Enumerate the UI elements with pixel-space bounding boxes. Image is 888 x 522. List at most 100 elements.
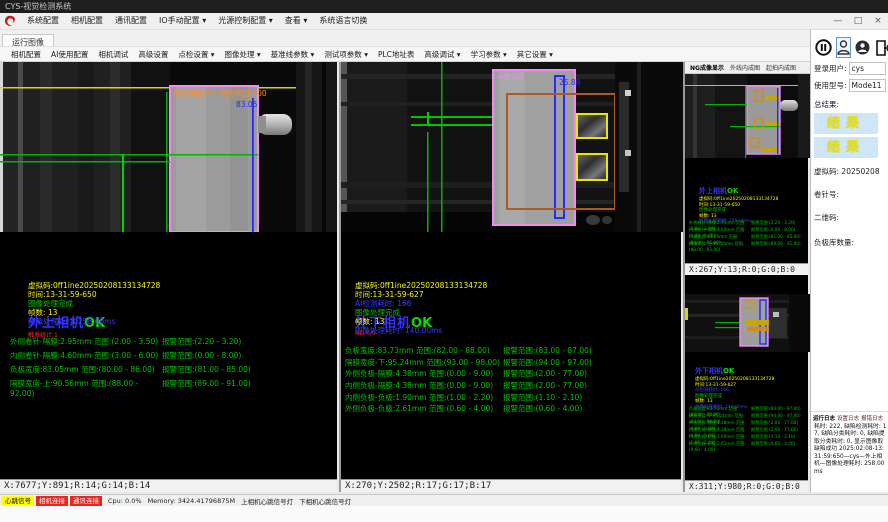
lower-process-done: 图像处理完成 xyxy=(355,308,695,317)
tab-ng-display[interactable]: NG成像显示 xyxy=(687,63,727,72)
exit-door-icon xyxy=(875,40,888,56)
virtual-code-label: 虚拟码: xyxy=(814,167,839,176)
login-user-button[interactable] xyxy=(836,37,851,58)
log-text: 耗时: 222, 缺陷检测耗时: 17, 缺陷分类耗时: 0, 缺陷提取分类耗时… xyxy=(811,423,888,479)
ai-measure-label: 25.88 xyxy=(559,78,581,87)
toolbar-learning-params[interactable]: 学习参数 ▾ xyxy=(466,48,512,61)
history-upper-measurements: 外侧卷针-隔膜:2.95mm 范围:(2.00 - 3.50)报警范围:(2.2… xyxy=(689,220,812,248)
lower-camera-image[interactable]: AI检测区 25.88 xyxy=(341,62,683,232)
upper-camera-image[interactable]: 静态阈值:93, 动态阈值:100 83.05 xyxy=(0,62,337,232)
toolbar-ai-use-config[interactable]: AI使用配置 xyxy=(46,48,93,61)
history-lower-image[interactable] xyxy=(685,294,810,352)
maximize-button[interactable]: □ xyxy=(848,13,868,29)
threshold-overlay-text: 静态阈值:93, 动态阈值:100 xyxy=(173,88,267,98)
app-window: CYS-视觉检测系统 系统配置 相机配置 通讯配置 IO手动配置 ▾ 光源控制配… xyxy=(0,0,888,522)
status-bar: 心跳信号 相机连接 通讯连接 Cpu: 0.0% Memory: 3424.41… xyxy=(0,494,888,506)
app-logo-icon xyxy=(3,14,17,28)
measurement-row: 隔膜宽度-下:95.24mm 范围:(93.00 - 98.00)报警范围:(9… xyxy=(345,357,685,369)
measurement-row: 内侧负极-负极:1.90mm 范围:(1.00 - 2.20)报警范围:(1.1… xyxy=(345,392,685,404)
toolbar-image-processing[interactable]: 图像处理 ▾ xyxy=(220,48,266,61)
window-controls: — □ × xyxy=(828,13,888,29)
log-area: 运行日志 设置日志 报错日志 耗时: 222, 缺陷检测耗时: 17, 缺陷分类… xyxy=(811,411,888,479)
close-button[interactable]: × xyxy=(868,13,888,29)
cpu-usage: Cpu: 0.0% xyxy=(108,497,142,505)
menu-io-config[interactable]: IO手动配置 ▾ xyxy=(153,13,212,29)
measurement-row: 负极宽度:83.73mm 范围:(82.00 - 88.00)报警范围:(83.… xyxy=(345,345,685,357)
measurement-row: 内侧卷针-隔膜:4.60mm 范围:(3.00 - 6.00)报警范围:(0.0… xyxy=(689,227,812,234)
ai-region-label: AI检测区 xyxy=(497,72,525,81)
measurement-row: 负极宽度:83.05mm 范围:(80.00 - 86.00)报警范围:(81.… xyxy=(689,234,812,241)
upper-measurements: 外侧卷针-隔膜:2.95mm 范围:(2.00 - 3.50)报警范围:(2.2… xyxy=(10,336,347,392)
camera-connect-badge: 相机连接 xyxy=(36,496,68,506)
tab-strip: 运行图像 xyxy=(0,30,810,46)
tab-outer-history[interactable]: 外线内成图 xyxy=(727,63,763,72)
history-upper-image[interactable] xyxy=(685,74,810,158)
toolbar: 相机配置 AI使用配置 相机调试 高级设置 点检设置 ▾ 图像处理 ▾ 基准线参… xyxy=(0,46,810,62)
needle-label: 卷针号: xyxy=(814,189,888,200)
log-tabs: 运行日志 设置日志 报错日志 xyxy=(811,412,888,423)
lower-measurements: 负极宽度:83.73mm 范围:(82.00 - 88.00)报警范围:(83.… xyxy=(345,345,685,415)
upper-time: 时间:13-31-59-650 xyxy=(28,290,365,299)
lower-cursor-readout: X:270;Y:2502;R:17;G:17;B:17 xyxy=(341,479,681,492)
minimize-button[interactable]: — xyxy=(828,13,848,29)
window-titlebar: CYS-视觉检测系统 xyxy=(0,0,888,13)
toolbar-test-params[interactable]: 测试项参数 ▾ xyxy=(319,48,373,61)
toolbar-other-settings[interactable]: 其它设置 ▾ xyxy=(512,48,558,61)
model-value[interactable]: Mode11 xyxy=(849,79,886,92)
toolbar-spot-check[interactable]: 点检设置 ▾ xyxy=(173,48,219,61)
measurement-row: 外侧负极-负极:2.61mm 范围:(0.60 - 4.00)报警范围:(0.6… xyxy=(689,441,812,448)
virtual-code-row: 虚拟码: 20250208 xyxy=(814,166,888,177)
user-manage-button[interactable] xyxy=(854,37,871,58)
menu-comm-config[interactable]: 通讯配置 xyxy=(109,13,153,29)
login-user-label: 登录用户: xyxy=(814,63,847,74)
history-upper-header: 外上相机OK 虚拟码:0ff1ine20250208133134728 时间:1… xyxy=(699,178,822,225)
lower-heartbeat-lamp: 下相机心跳信号灯 xyxy=(299,496,351,506)
measurement-row: 内侧负极-隔膜:4.38mm 范围:(0.00 - 9.00)报警范围:(2.0… xyxy=(689,427,812,434)
menu-bar: 系统配置 相机配置 通讯配置 IO手动配置 ▾ 光源控制配置 ▾ 查看 ▾ 系统… xyxy=(0,13,888,30)
measurement-row: 负极宽度:83.05mm 范围:(80.00 - 86.00)报警范围:(81.… xyxy=(10,364,347,378)
history-tabs: NG成像显示 外线内成图 起拍内成图 xyxy=(685,62,810,74)
virtual-code-value: 20250208 xyxy=(841,167,879,176)
total-result-label: 总结果: xyxy=(814,99,888,110)
lower-camera-view: AI检测区 25.88 外下相机OK NG:0 xyxy=(339,62,681,492)
upper-process-time: 图像处理耗时: 258.00ms xyxy=(28,317,365,326)
lower-process-time: 图像处理耗时: 140.00ms xyxy=(355,326,695,335)
tab-start-history[interactable]: 起拍内成图 xyxy=(763,63,799,72)
lower-frame-count: 帧数: 13 xyxy=(355,317,695,326)
login-user-value[interactable]: cys xyxy=(849,62,886,75)
pause-icon xyxy=(815,39,832,56)
toolbar-advanced-settings[interactable]: 高级设置 xyxy=(133,48,173,61)
menu-camera-config[interactable]: 相机配置 xyxy=(65,13,109,29)
toolbar-plc-address[interactable]: PLC地址表 xyxy=(373,48,419,61)
menu-system-config[interactable]: 系统配置 xyxy=(21,13,65,29)
log-tab-run[interactable]: 运行日志 xyxy=(813,414,835,422)
measurement-row: 外侧卷针-隔膜:2.95mm 范围:(2.00 - 3.50)报警范围:(2.2… xyxy=(10,336,347,350)
log-tab-error[interactable]: 报错日志 xyxy=(861,414,883,422)
bottom-filler xyxy=(0,506,888,522)
history-lower-cursor-readout: X:311;Y:980;R:0;G:0;B:0 xyxy=(685,480,808,492)
measurement-row: 隔膜宽度-上:90.56mm 范围:(88.00 - 92.00)报警范围:(8… xyxy=(10,378,347,392)
login-user-row: 登录用户: cys xyxy=(814,62,886,75)
menu-language-switch[interactable]: 系统语言切换 xyxy=(313,13,373,29)
log-tab-settings[interactable]: 设置日志 xyxy=(837,414,859,422)
upper-process-done: 图像处理完成 xyxy=(28,299,365,308)
toolbar-baseline-params[interactable]: 基准线参数 ▾ xyxy=(266,48,320,61)
upper-heartbeat-lamp: 上相机心跳信号灯 xyxy=(241,496,293,506)
measurement-row: 隔膜宽度-上:90.56mm 范围:(88.00 - 92.00)报警范围:(8… xyxy=(689,241,812,248)
measurement-row: 外侧负极-隔膜:4.38mm 范围:(0.00 - 9.00)报警范围:(2.0… xyxy=(689,420,812,427)
width-measure-label: 83.05 xyxy=(236,100,258,109)
menu-light-config[interactable]: 光源控制配置 ▾ xyxy=(212,13,279,29)
toolbar-camera-config[interactable]: 相机配置 xyxy=(6,48,46,61)
menu-view[interactable]: 查看 ▾ xyxy=(279,13,314,29)
heartbeat-badge: 心跳信号 xyxy=(2,496,34,506)
measurement-row: 外侧卷针-隔膜:2.95mm 范围:(2.00 - 3.50)报警范围:(2.2… xyxy=(689,220,812,227)
measurement-row: 外侧负极-隔膜:4.38mm 范围:(0.00 - 9.00)报警范围:(2.0… xyxy=(345,368,685,380)
history-lower-measurements: 负极宽度:83.73mm 范围:(82.00 - 88.00)报警范围:(83.… xyxy=(689,406,812,448)
history-lower-header: 外下相机OK 虚拟码:0ff1ine20250208133134728 时间:1… xyxy=(695,358,818,410)
pause-button[interactable] xyxy=(814,37,833,58)
toolbar-camera-debug[interactable]: 相机调试 xyxy=(93,48,133,61)
exit-button[interactable] xyxy=(874,37,888,58)
anode-count-label: 负极库数量: xyxy=(814,237,888,248)
control-buttons xyxy=(814,37,888,58)
toolbar-advanced-debug[interactable]: 高级调试 ▾ xyxy=(419,48,465,61)
